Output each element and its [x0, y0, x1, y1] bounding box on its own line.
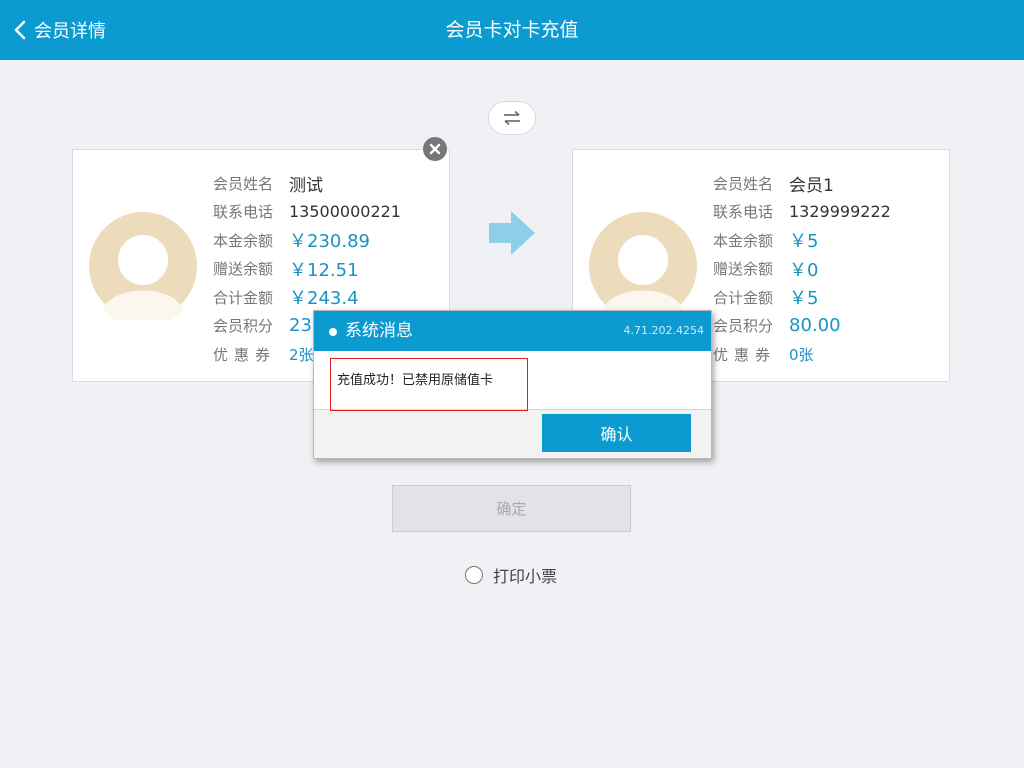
dialog-ok-button[interactable]: 确认 [542, 414, 691, 452]
system-message-dialog: 系统消息 4.71.202.4254 充值成功！已禁用原储值卡 确认 [313, 310, 712, 459]
member-phone: 1329999222 [789, 202, 891, 222]
user-avatar-icon [89, 212, 197, 320]
points-label: 会员积分 [213, 317, 274, 336]
coupon-label: 优惠券 [713, 345, 777, 364]
total-balance: ￥5 [789, 288, 819, 310]
coupon-count: 0张 [789, 345, 814, 364]
back-button[interactable]: 会员详情 [14, 0, 106, 60]
swap-cards-button[interactable] [488, 101, 536, 135]
bonus-label: 赠送余额 [713, 260, 774, 279]
print-receipt-label: 打印小票 [493, 567, 558, 586]
member-phone: 13500000221 [289, 202, 401, 222]
principal-balance: ￥5 [789, 231, 819, 253]
version-text: 4.71.202.4254 [623, 324, 704, 337]
principal-label: 本金余额 [213, 231, 274, 250]
points-label: 会员积分 [713, 317, 774, 336]
back-label: 会员详情 [34, 21, 106, 42]
phone-label: 联系电话 [213, 203, 274, 222]
arrow-right-icon [489, 211, 535, 255]
total-label: 合计金额 [713, 288, 774, 307]
bonus-balance: ￥12.51 [289, 259, 359, 281]
name-label: 会员姓名 [213, 174, 274, 193]
chevron-left-icon [14, 20, 26, 40]
principal-balance: ￥230.89 [289, 231, 370, 253]
coupon-count: 2张 [289, 345, 314, 364]
principal-label: 本金余额 [713, 231, 774, 250]
print-receipt-option[interactable]: 打印小票 [465, 564, 557, 586]
swap-arrows-icon [504, 110, 520, 126]
dialog-header: 系统消息 4.71.202.4254 [314, 311, 711, 351]
total-balance: ￥243.4 [289, 288, 359, 310]
dialog-message: 充值成功！已禁用原储值卡 [337, 373, 494, 388]
member-name: 测试 [289, 175, 323, 196]
app-header: 会员详情 会员卡对卡充值 [0, 0, 1024, 60]
name-label: 会员姓名 [713, 174, 774, 193]
member-name: 会员1 [789, 175, 834, 196]
member-points: 80.00 [789, 315, 841, 337]
user-avatar-icon [589, 212, 697, 320]
dialog-title: 系统消息 [345, 321, 413, 341]
total-label: 合计金额 [213, 288, 274, 307]
close-circle-icon [429, 143, 441, 155]
coupon-label: 优惠券 [213, 345, 277, 364]
dialog-body: 充值成功！已禁用原储值卡 [314, 351, 711, 411]
bullet-dot-icon [329, 328, 337, 336]
remove-source-button[interactable] [423, 137, 447, 161]
bonus-label: 赠送余额 [213, 260, 274, 279]
confirm-button[interactable]: 确定 [392, 485, 631, 532]
phone-label: 联系电话 [713, 203, 774, 222]
member-points: 23 [289, 315, 312, 337]
message-highlight-box: 充值成功！已禁用原储值卡 [330, 358, 528, 411]
print-receipt-radio[interactable] [465, 566, 483, 584]
page-title: 会员卡对卡充值 [445, 19, 579, 41]
bonus-balance: ￥0 [789, 259, 819, 281]
